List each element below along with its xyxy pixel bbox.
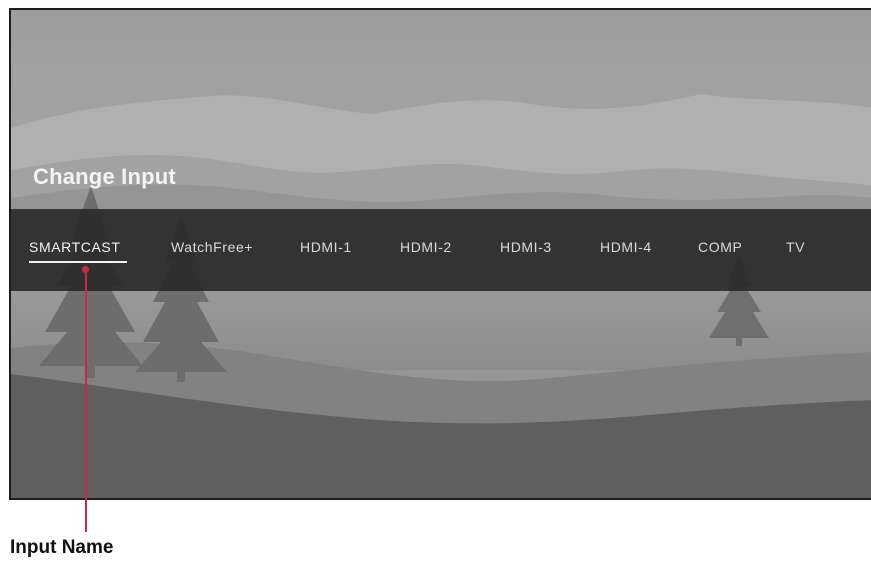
screen-title: Change Input — [33, 164, 176, 189]
callout-label: Input Name — [10, 537, 114, 558]
input-option-hdmi-1[interactable]: HDMI-1 — [300, 239, 352, 255]
input-option-hdmi-2[interactable]: HDMI-2 — [400, 239, 452, 255]
input-option-hdmi-3[interactable]: HDMI-3 — [500, 239, 552, 255]
input-option-comp[interactable]: COMP — [698, 239, 742, 255]
callout-leader-line — [85, 268, 87, 532]
manual-illustration: Change Input SMARTCAST WatchFree+ HDMI-1… — [0, 0, 871, 562]
input-option-tv[interactable]: TV — [786, 239, 805, 255]
tv-screen: Change Input SMARTCAST WatchFree+ HDMI-1… — [9, 8, 871, 500]
input-option-watchfree[interactable]: WatchFree+ — [171, 239, 253, 255]
callout-pointer-dot — [82, 266, 89, 273]
input-option-smartcast[interactable]: SMARTCAST — [29, 239, 126, 263]
input-option-hdmi-4[interactable]: HDMI-4 — [600, 239, 652, 255]
input-selector-bar: SMARTCAST WatchFree+ HDMI-1 HDMI-2 HDMI-… — [11, 209, 871, 291]
